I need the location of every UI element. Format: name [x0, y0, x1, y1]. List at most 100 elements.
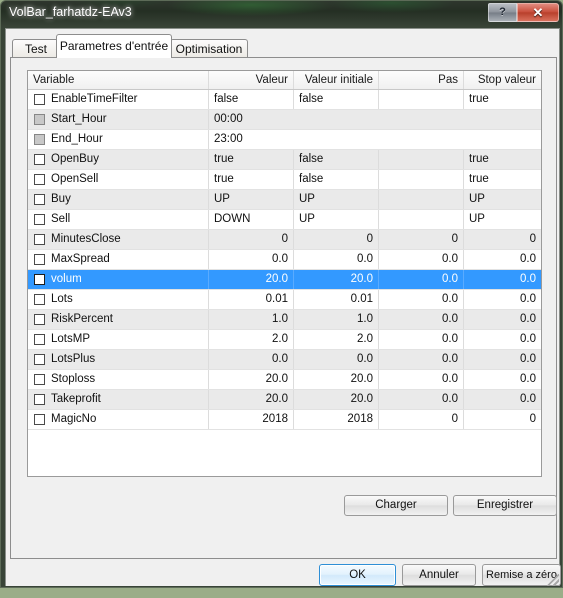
row-value-cell[interactable]: true — [209, 170, 294, 189]
row-step-cell[interactable]: 0 — [379, 230, 464, 249]
table-row[interactable]: RiskPercent 1.0 1.0 0.0 0.0 — [28, 310, 541, 330]
row-initial-cell[interactable]: 1.0 — [294, 310, 379, 329]
row-checkbox[interactable] — [34, 194, 45, 205]
row-checkbox[interactable] — [34, 254, 45, 265]
row-variable-cell[interactable]: Start_Hour — [28, 110, 209, 129]
row-step-cell[interactable] — [379, 170, 464, 189]
row-checkbox[interactable] — [34, 354, 45, 365]
row-value-cell[interactable]: UP — [209, 190, 294, 209]
save-button[interactable]: Enregistrer — [453, 495, 557, 516]
table-row[interactable]: Takeprofit 20.0 20.0 0.0 0.0 — [28, 390, 541, 410]
row-variable-cell[interactable]: OpenBuy — [28, 150, 209, 169]
row-variable-cell[interactable]: Buy — [28, 190, 209, 209]
cancel-button[interactable]: Annuler — [402, 564, 476, 586]
row-variable-cell[interactable]: LotsPlus — [28, 350, 209, 369]
row-variable-cell[interactable]: MagicNo — [28, 410, 209, 429]
row-value-cell[interactable]: 20.0 — [209, 370, 294, 389]
row-step-cell[interactable] — [379, 190, 464, 209]
row-initial-cell[interactable]: 0.01 — [294, 290, 379, 309]
row-step-cell[interactable]: 0.0 — [379, 290, 464, 309]
table-row[interactable]: volum 20.0 20.0 0.0 0.0 — [28, 270, 541, 290]
ok-button[interactable]: OK — [319, 564, 396, 586]
row-variable-cell[interactable]: Sell — [28, 210, 209, 229]
load-button[interactable]: Charger — [344, 495, 448, 516]
row-checkbox[interactable] — [34, 294, 45, 305]
row-value-cell[interactable]: 23:00 — [209, 130, 541, 149]
resize-grip[interactable] — [547, 574, 559, 586]
row-variable-cell[interactable]: RiskPercent — [28, 310, 209, 329]
table-row[interactable]: OpenBuy true false true — [28, 150, 541, 170]
row-variable-cell[interactable]: LotsMP — [28, 330, 209, 349]
table-row[interactable]: LotsMP 2.0 2.0 0.0 0.0 — [28, 330, 541, 350]
row-stop-cell[interactable]: 0.0 — [464, 390, 541, 409]
row-step-cell[interactable]: 0.0 — [379, 390, 464, 409]
row-step-cell[interactable]: 0.0 — [379, 250, 464, 269]
table-row[interactable]: EnableTimeFilter false false true — [28, 90, 541, 110]
row-initial-cell[interactable]: false — [294, 170, 379, 189]
row-value-cell[interactable]: 00:00 — [209, 110, 541, 129]
row-initial-cell[interactable]: 20.0 — [294, 370, 379, 389]
table-row[interactable]: Lots 0.01 0.01 0.0 0.0 — [28, 290, 541, 310]
row-variable-cell[interactable]: Lots — [28, 290, 209, 309]
row-initial-cell[interactable]: 20.0 — [294, 270, 379, 289]
row-value-cell[interactable]: 2.0 — [209, 330, 294, 349]
column-header-valeur[interactable]: Valeur — [209, 71, 294, 89]
help-button[interactable]: ? — [488, 3, 517, 22]
row-step-cell[interactable]: 0.0 — [379, 350, 464, 369]
table-row[interactable]: MinutesClose 0 0 0 0 — [28, 230, 541, 250]
row-stop-cell[interactable]: 0.0 — [464, 250, 541, 269]
row-step-cell[interactable]: 0 — [379, 410, 464, 429]
row-step-cell[interactable] — [379, 210, 464, 229]
row-variable-cell[interactable]: volum — [28, 270, 209, 289]
row-checkbox[interactable] — [34, 394, 45, 405]
close-button[interactable]: ✕ — [517, 3, 559, 22]
row-value-cell[interactable]: 0 — [209, 230, 294, 249]
row-initial-cell[interactable]: 20.0 — [294, 390, 379, 409]
row-variable-cell[interactable]: EnableTimeFilter — [28, 90, 209, 109]
row-step-cell[interactable] — [379, 150, 464, 169]
row-value-cell[interactable]: 20.0 — [209, 270, 294, 289]
row-initial-cell[interactable]: UP — [294, 190, 379, 209]
row-variable-cell[interactable]: End_Hour — [28, 130, 209, 149]
row-initial-cell[interactable]: UP — [294, 210, 379, 229]
row-stop-cell[interactable]: 0.0 — [464, 290, 541, 309]
column-header-stop-valeur[interactable]: Stop valeur — [464, 71, 541, 89]
row-initial-cell[interactable]: 0.0 — [294, 350, 379, 369]
table-row[interactable]: LotsPlus 0.0 0.0 0.0 0.0 — [28, 350, 541, 370]
row-checkbox[interactable] — [34, 234, 45, 245]
row-stop-cell[interactable]: true — [464, 150, 541, 169]
row-stop-cell[interactable]: 0.0 — [464, 310, 541, 329]
tab-parametres-d-entree[interactable]: Parametres d'entrée — [56, 34, 172, 58]
row-value-cell[interactable]: DOWN — [209, 210, 294, 229]
row-checkbox[interactable] — [34, 314, 45, 325]
row-initial-cell[interactable]: 0.0 — [294, 250, 379, 269]
row-step-cell[interactable]: 0.0 — [379, 330, 464, 349]
row-stop-cell[interactable]: true — [464, 170, 541, 189]
row-checkbox[interactable] — [34, 274, 45, 285]
table-row[interactable]: Stoploss 20.0 20.0 0.0 0.0 — [28, 370, 541, 390]
row-stop-cell[interactable]: UP — [464, 190, 541, 209]
row-variable-cell[interactable]: OpenSell — [28, 170, 209, 189]
row-checkbox[interactable] — [34, 334, 45, 345]
column-header-variable[interactable]: Variable — [28, 71, 209, 89]
table-row[interactable]: MagicNo 2018 2018 0 0 — [28, 410, 541, 430]
row-value-cell[interactable]: 1.0 — [209, 310, 294, 329]
row-value-cell[interactable]: 0.01 — [209, 290, 294, 309]
row-step-cell[interactable]: 0.0 — [379, 270, 464, 289]
table-row[interactable]: OpenSell true false true — [28, 170, 541, 190]
tab-optimisation[interactable]: Optimisation — [170, 39, 248, 58]
row-stop-cell[interactable]: UP — [464, 210, 541, 229]
row-checkbox[interactable] — [34, 214, 45, 225]
row-checkbox[interactable] — [34, 414, 45, 425]
row-stop-cell[interactable]: true — [464, 90, 541, 109]
column-header-valeur-initiale[interactable]: Valeur initiale — [294, 71, 379, 89]
table-row[interactable]: End_Hour 23:00 — [28, 130, 541, 150]
title-bar[interactable]: VolBar_farhatdz-EAv3 ? ✕ — [1, 1, 563, 27]
table-row[interactable]: Start_Hour 00:00 — [28, 110, 541, 130]
row-variable-cell[interactable]: Stoploss — [28, 370, 209, 389]
row-step-cell[interactable]: 0.0 — [379, 370, 464, 389]
row-variable-cell[interactable]: MaxSpread — [28, 250, 209, 269]
row-step-cell[interactable]: 0.0 — [379, 310, 464, 329]
row-checkbox[interactable] — [34, 374, 45, 385]
row-initial-cell[interactable]: 2018 — [294, 410, 379, 429]
